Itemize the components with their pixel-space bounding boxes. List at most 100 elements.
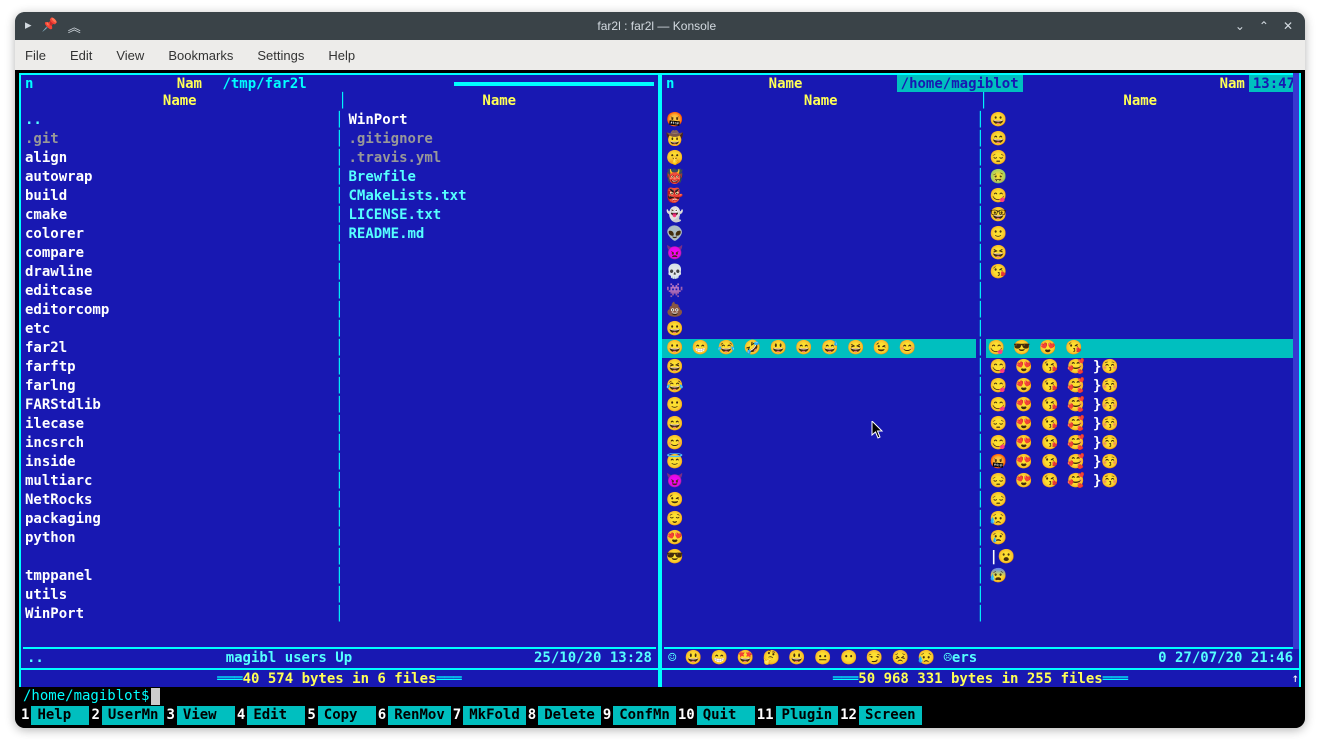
list-item-selected[interactable]: 😀 😁 😂 🤣 😃 😄 😅 😆 😉 😊 xyxy=(662,339,976,358)
list-item[interactable]: 🙂 xyxy=(662,396,976,415)
list-item[interactable]: far2l xyxy=(21,339,335,358)
left-path[interactable]: /tmp/far2l xyxy=(218,75,310,92)
maximize-icon[interactable]: ⌃ xyxy=(1259,19,1269,33)
list-item[interactable]: python xyxy=(21,529,335,548)
list-item[interactable]: farlng xyxy=(21,377,335,396)
list-item[interactable]: 😋 xyxy=(986,187,1300,206)
left-panel[interactable]: Name │ Name ...gitalignautowrapbuildcmak… xyxy=(19,92,660,687)
list-item[interactable]: NetRocks xyxy=(21,491,335,510)
list-item[interactable]: .git xyxy=(21,130,335,149)
list-item[interactable]: packaging xyxy=(21,510,335,529)
list-item[interactable]: 😔 xyxy=(986,491,1300,510)
list-item[interactable]: 😈 xyxy=(662,472,976,491)
fkey-view[interactable]: 3View xyxy=(164,706,234,725)
list-item[interactable]: tmppanel xyxy=(21,567,335,586)
list-item[interactable]: LICENSE.txt xyxy=(345,206,659,225)
list-item[interactable]: utils xyxy=(21,586,335,605)
list-item[interactable]: inside xyxy=(21,453,335,472)
fkey-plugin[interactable]: 11Plugin xyxy=(755,706,838,725)
list-item[interactable]: Brewfile xyxy=(345,168,659,187)
list-item[interactable]: 🤬 xyxy=(662,111,976,130)
list-item[interactable]: 👽 xyxy=(662,225,976,244)
list-item[interactable]: 😋 😍 😘 🥰 }😚 xyxy=(986,358,1300,377)
list-item[interactable]: 😄 xyxy=(662,415,976,434)
list-item[interactable]: 😊 xyxy=(662,434,976,453)
list-item[interactable]: colorer xyxy=(21,225,335,244)
list-item[interactable]: 😘 xyxy=(986,263,1300,282)
fkey-confmn[interactable]: 9ConfMn xyxy=(601,706,676,725)
list-item[interactable]: 😋 😍 😘 🥰 }😚 xyxy=(986,377,1300,396)
list-item[interactable]: ilecase xyxy=(21,415,335,434)
list-item[interactable]: 🤠 xyxy=(662,130,976,149)
list-item[interactable]: editcase xyxy=(21,282,335,301)
list-item[interactable]: 😆 xyxy=(662,358,976,377)
list-item[interactable]: 😆 xyxy=(986,244,1300,263)
list-item[interactable]: 😢 xyxy=(986,529,1300,548)
list-item[interactable]: 😎 xyxy=(662,548,976,567)
list-item[interactable]: 👻 xyxy=(662,206,976,225)
list-item[interactable]: WinPort xyxy=(21,605,335,624)
list-item[interactable]: 👿 xyxy=(662,244,976,263)
list-item[interactable]: WinPort xyxy=(345,111,659,130)
list-item[interactable]: align xyxy=(21,149,335,168)
list-item[interactable]: etc xyxy=(21,320,335,339)
list-item[interactable]: 😋 😍 😘 🥰 }😚 xyxy=(986,434,1300,453)
terminal-area[interactable]: n Nam /tmp/far2l n Name /home/magiblot N… xyxy=(15,70,1305,728)
list-item[interactable]: .gitignore xyxy=(345,130,659,149)
list-item[interactable]: 😥 xyxy=(986,510,1300,529)
left-column-1[interactable]: ...gitalignautowrapbuildcmakecolorercomp… xyxy=(21,111,335,647)
list-item[interactable]: drawline xyxy=(21,263,335,282)
list-item[interactable]: .. xyxy=(21,111,335,130)
fkey-help[interactable]: 1Help xyxy=(19,706,89,725)
right-path[interactable]: /home/magiblot xyxy=(897,75,1023,92)
list-item[interactable]: 😂 xyxy=(662,377,976,396)
list-item[interactable]: 😇 xyxy=(662,453,976,472)
list-item[interactable]: 😄 xyxy=(986,130,1300,149)
list-item[interactable]: 😔 xyxy=(986,149,1300,168)
app-menu-icon[interactable]: ▸ xyxy=(25,17,32,36)
minimize-icon[interactable]: ⌄ xyxy=(1235,19,1245,33)
list-item[interactable]: incsrch xyxy=(21,434,335,453)
right-column-2[interactable]: 😀😄😔🤢😋🤓🙂😆😘 😋 😎 😍 😘😋 😍 😘 🥰 }😚😋 😍 😘 🥰 }😚😋 😍… xyxy=(986,111,1300,647)
left-column-2[interactable]: WinPort.gitignore.travis.ymlBrewfileCMak… xyxy=(345,111,659,647)
list-item[interactable]: 🤬 😍 😘 🥰 }😚 xyxy=(986,453,1300,472)
menu-settings[interactable]: Settings xyxy=(257,48,304,63)
menu-bookmarks[interactable]: Bookmarks xyxy=(168,48,233,63)
fkey-edit[interactable]: 4Edit xyxy=(235,706,305,725)
list-item[interactable]: CMakeLists.txt xyxy=(345,187,659,206)
menu-edit[interactable]: Edit xyxy=(70,48,92,63)
list-item[interactable]: 🤢 xyxy=(986,168,1300,187)
list-item[interactable]: 😍 xyxy=(662,529,976,548)
list-item[interactable]: 👺 xyxy=(662,187,976,206)
titlebar[interactable]: ▸ 📌 ︽ far2l : far2l — Konsole ⌄ ⌃ ✕ xyxy=(15,12,1305,40)
list-item[interactable]: autowrap xyxy=(21,168,335,187)
list-item[interactable]: 💩 xyxy=(662,301,976,320)
list-item-selected[interactable]: 😋 😎 😍 😘 xyxy=(986,339,1300,358)
list-item[interactable]: 😔 😍 😘 🥰 }😚 xyxy=(986,415,1300,434)
menu-view[interactable]: View xyxy=(116,48,144,63)
close-icon[interactable]: ✕ xyxy=(1283,19,1293,33)
pin-icon[interactable]: 📌 xyxy=(42,17,58,36)
list-item[interactable]: FARStdlib xyxy=(21,396,335,415)
list-item[interactable]: 😀 xyxy=(986,111,1300,130)
scrollbar[interactable] xyxy=(1293,73,1299,649)
list-item[interactable]: 😀 xyxy=(662,320,976,339)
list-item[interactable]: 🤓 xyxy=(986,206,1300,225)
chevron-up-icon[interactable]: ︽ xyxy=(68,17,81,36)
list-item[interactable]: 👹 xyxy=(662,168,976,187)
list-item[interactable]: build xyxy=(21,187,335,206)
fkey-quit[interactable]: 10Quit xyxy=(676,706,755,725)
right-column-1[interactable]: 🤬🤠🤫👹👺👻👽👿💀👾💩😀😀 😁 😂 🤣 😃 😄 😅 😆 😉 😊😆😂🙂😄😊😇😈😉😌… xyxy=(662,111,976,647)
command-prompt[interactable]: /home/magiblot$ ↑ xyxy=(19,687,1301,706)
menu-help[interactable]: Help xyxy=(328,48,355,63)
list-item[interactable]: cmake xyxy=(21,206,335,225)
menu-file[interactable]: File xyxy=(25,48,46,63)
list-item[interactable]: compare xyxy=(21,244,335,263)
list-item[interactable]: 😰 xyxy=(986,567,1300,586)
list-item[interactable]: 😔 😍 😘 🥰 }😚 xyxy=(986,472,1300,491)
fkey-renmov[interactable]: 6RenMov xyxy=(376,706,451,725)
list-item[interactable]: farftp xyxy=(21,358,335,377)
list-item[interactable]: 😌 xyxy=(662,510,976,529)
fkey-screen[interactable]: 12Screen xyxy=(838,706,921,725)
list-item[interactable]: README.md xyxy=(345,225,659,244)
